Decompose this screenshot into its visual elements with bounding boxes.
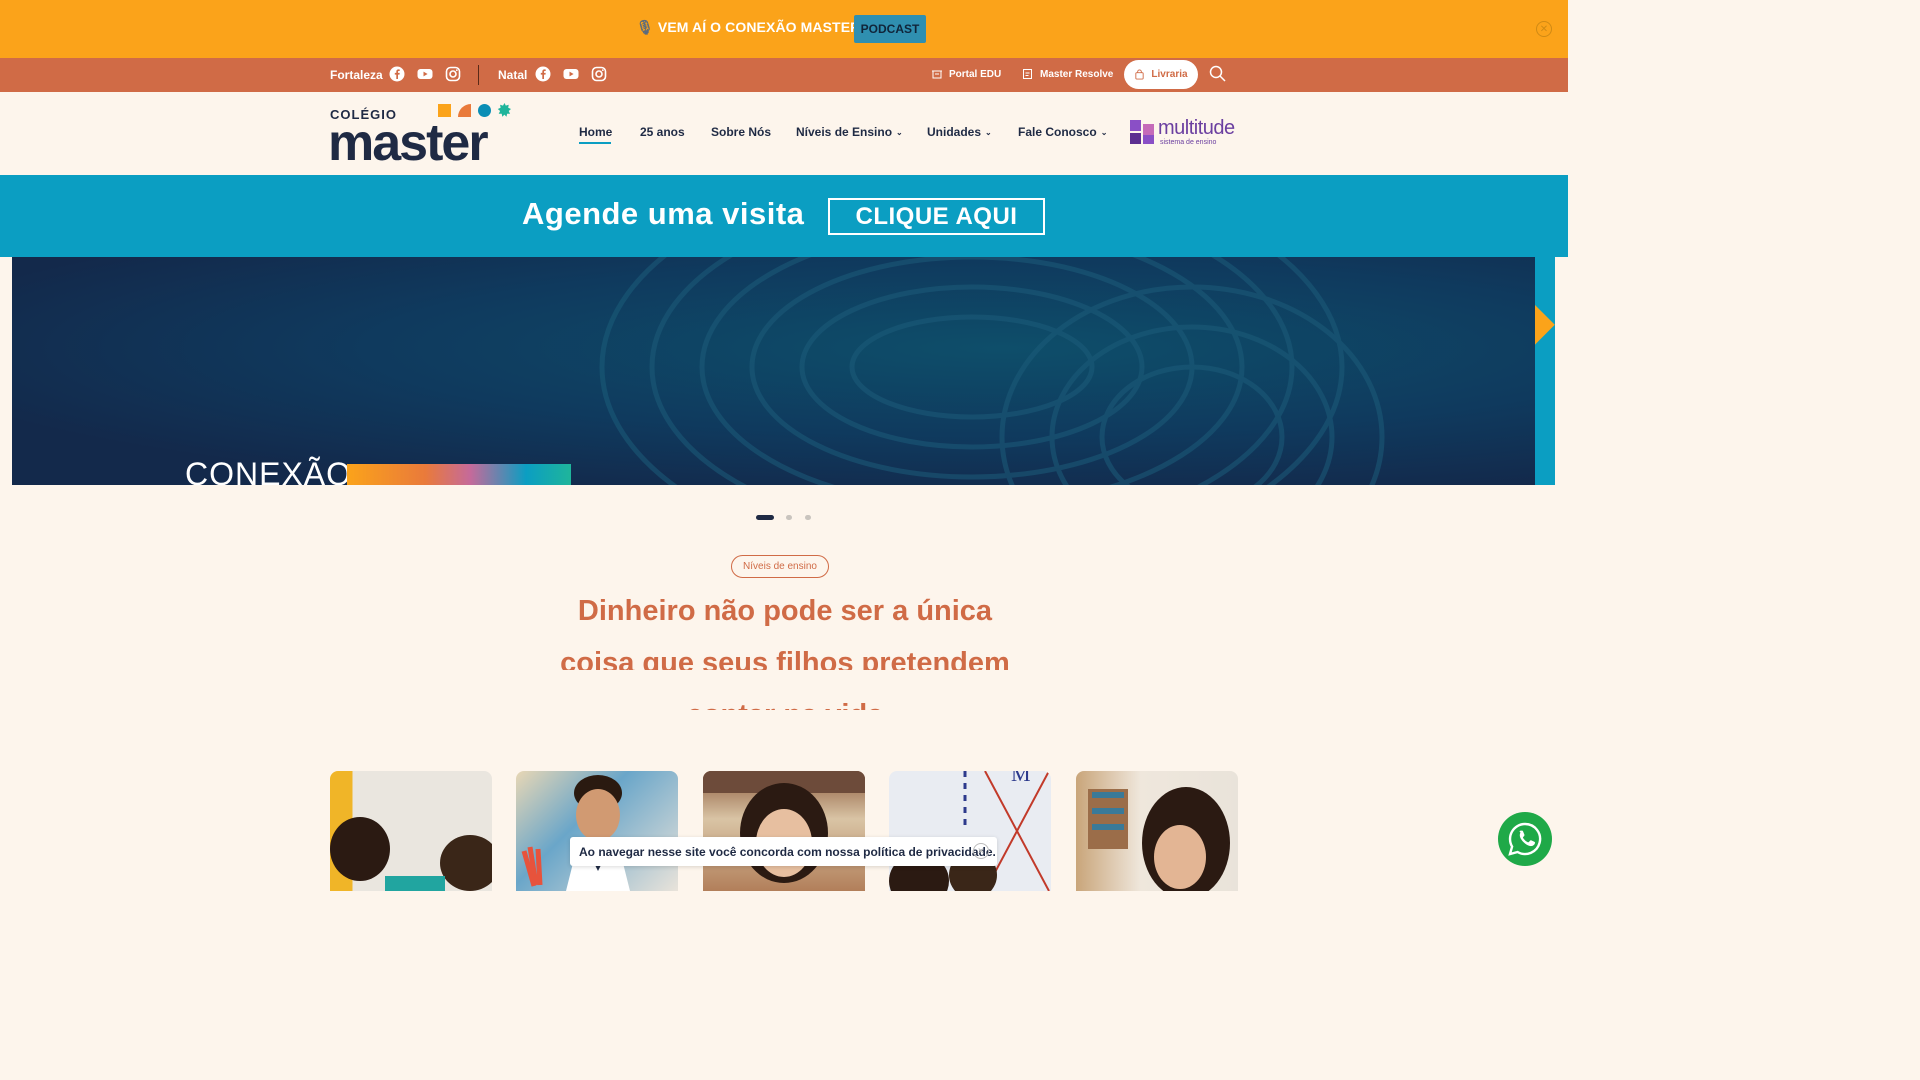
multitude-tagline: sistema de ensino [1160, 139, 1217, 146]
child-photo [703, 771, 865, 883]
instagram-icon[interactable] [591, 66, 607, 82]
level-card-5[interactable] [1076, 771, 1238, 891]
hero-wave-pattern [599, 257, 1385, 485]
child-photo [521, 775, 630, 891]
student-photo [1088, 787, 1230, 891]
facebook-icon[interactable] [389, 66, 405, 82]
colegio-master-logo[interactable]: COLÉGIO master [328, 103, 512, 169]
podcast-button[interactable]: PODCAST [854, 15, 926, 43]
logo-burst-shape [497, 103, 511, 117]
facebook-icon[interactable] [535, 66, 551, 82]
youtube-icon[interactable] [563, 66, 579, 82]
whatsapp-icon [1508, 822, 1542, 856]
close-cookie-icon[interactable]: ✕ [973, 843, 989, 859]
logo-circle-shape [478, 104, 491, 117]
nav-sobre-nos[interactable]: Sobre Nós [711, 125, 771, 139]
main-header [0, 92, 1568, 175]
nav-niveis-de-ensino[interactable]: Níveis de Ensino ⌄ [796, 125, 903, 139]
cookie-notice: Ao navegar nesse site você concorda com … [570, 837, 997, 866]
multitude-wordmark: multitude [1158, 117, 1235, 139]
carousel-dot-3[interactable] [805, 515, 811, 520]
logo-quarter-shape [458, 104, 471, 117]
hero-caption: CONEXÃO [185, 456, 353, 492]
niveis-de-ensino-badge: Níveis de ensino [731, 555, 829, 578]
chevron-down-icon: ⌄ [896, 128, 903, 137]
livraria-label: Livraria [1151, 69, 1188, 80]
nav-active-indicator [579, 142, 611, 144]
city-fortaleza-label: Fortaleza [330, 68, 383, 82]
headline-reveal-mask [540, 628, 1030, 650]
close-announcement-icon[interactable]: ✕ [1536, 21, 1552, 37]
portal-edu-link[interactable]: Portal EDU [931, 68, 1001, 80]
microphone-icon: 🎙 [636, 19, 654, 35]
announcement-text[interactable]: 🎙 VEM AÍ O CONEXÃO MASTER [636, 19, 860, 36]
logo-square-shape [438, 104, 451, 117]
headline-reveal-mask [540, 670, 1030, 688]
instagram-icon[interactable] [445, 66, 461, 82]
nav-25-anos[interactable]: 25 anos [640, 125, 685, 139]
child-photo [330, 817, 492, 891]
student-photo: M [889, 771, 1050, 891]
headline-reveal-mask [540, 710, 1030, 740]
nav-unidades[interactable]: Unidades ⌄ [927, 125, 992, 139]
whatsapp-button[interactable] [1498, 812, 1552, 866]
livraria-button[interactable]: Livraria [1124, 60, 1198, 89]
multitude-mark-icon [1130, 120, 1154, 144]
hero-gradient-bar [347, 464, 571, 485]
portal-edu-label: Portal EDU [949, 68, 1002, 80]
search-icon[interactable] [1209, 65, 1226, 82]
chevron-down-icon: ⌄ [985, 128, 992, 137]
cookie-text: Ao navegar nesse site você concorda com … [579, 844, 996, 859]
multitude-logo[interactable]: multitude sistema de ensino [1130, 117, 1238, 149]
nav-fale-label: Fale Conosco [1018, 125, 1097, 139]
nav-fale-conosco[interactable]: Fale Conosco ⌄ [1018, 125, 1107, 139]
graduation-icon [932, 70, 942, 79]
hero-slide[interactable] [12, 257, 1535, 485]
announcement-label: VEM AÍ O CONEXÃO MASTER [657, 19, 861, 35]
note-icon [1023, 69, 1032, 79]
city-natal-label: Natal [498, 68, 528, 82]
nav-home[interactable]: Home [579, 125, 612, 139]
nav-unidades-label: Unidades [927, 125, 982, 139]
topbar-divider [478, 65, 479, 85]
clique-aqui-button[interactable]: CLIQUE AQUI [828, 198, 1045, 235]
nav-niveis-label: Níveis de Ensino [796, 125, 893, 139]
svg-text:M: M [1011, 771, 1031, 786]
logo-big-text: master [328, 114, 489, 172]
master-resolve-label: Master Resolve [1040, 68, 1114, 80]
level-card-4[interactable]: M [889, 771, 1051, 891]
master-resolve-link[interactable]: Master Resolve [1022, 68, 1113, 80]
level-card-3[interactable] [703, 771, 865, 891]
social-top-bar [0, 58, 1568, 92]
level-card-2[interactable] [516, 771, 678, 891]
next-slide-peek[interactable] [1535, 257, 1555, 485]
schedule-visit-title: Agende uma visita [522, 196, 805, 231]
level-card-1[interactable] [330, 771, 492, 891]
shopping-bag-icon [1135, 69, 1145, 80]
chevron-down-icon: ⌄ [1100, 128, 1108, 137]
youtube-icon[interactable] [417, 66, 433, 82]
carousel-dot-2[interactable] [786, 515, 792, 520]
carousel-dot-1[interactable] [756, 515, 774, 520]
